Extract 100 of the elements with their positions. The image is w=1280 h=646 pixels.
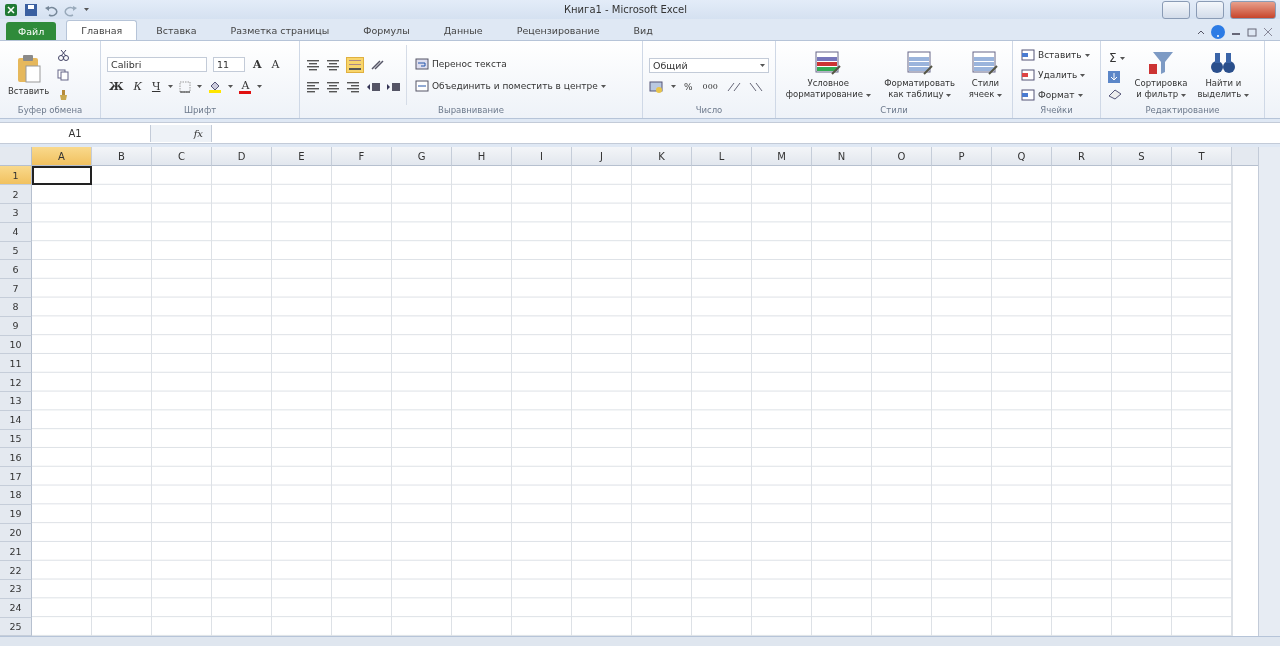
find-select-button[interactable]: Найти и выделить xyxy=(1195,48,1251,103)
column-header[interactable]: N xyxy=(812,147,872,167)
caret-icon[interactable] xyxy=(1077,93,1083,97)
copy-icon[interactable] xyxy=(57,69,70,82)
caret-icon[interactable] xyxy=(84,8,89,12)
ribbon-tab[interactable]: Главная xyxy=(66,20,138,41)
row-header[interactable]: 22 xyxy=(0,561,32,580)
column-header[interactable]: E xyxy=(272,147,332,167)
cells-button[interactable]: Вставить xyxy=(1019,48,1092,63)
align-top-icon[interactable] xyxy=(306,59,320,72)
row-header[interactable]: 12 xyxy=(0,373,32,392)
eraser-icon[interactable] xyxy=(1107,88,1123,101)
caret-icon[interactable] xyxy=(997,94,1003,98)
column-header[interactable]: Q xyxy=(992,147,1052,167)
font-name-field[interactable]: Calibri xyxy=(107,56,207,72)
file-tab[interactable]: Файл xyxy=(6,22,57,41)
column-header[interactable]: C xyxy=(152,147,212,167)
align-bottom-button[interactable] xyxy=(346,57,364,74)
vertical-scrollbar[interactable] xyxy=(1258,147,1280,637)
column-header[interactable]: K xyxy=(632,147,692,167)
column-header[interactable]: R xyxy=(1052,147,1112,167)
ribbon-tab[interactable]: Данные xyxy=(428,20,498,41)
row-header[interactable]: 13 xyxy=(0,392,32,411)
row-header[interactable]: 21 xyxy=(0,542,32,562)
paste-button[interactable]: Вставить xyxy=(6,51,52,99)
caret-icon[interactable] xyxy=(760,63,765,67)
column-header[interactable]: A xyxy=(32,147,92,167)
caret-icon[interactable] xyxy=(168,85,174,89)
column-header[interactable]: O xyxy=(872,147,932,167)
row-header[interactable]: 8 xyxy=(0,298,32,317)
percent-button[interactable]: % xyxy=(682,81,695,92)
italic-button[interactable]: К xyxy=(131,80,144,94)
caret-icon[interactable] xyxy=(1244,94,1249,98)
align-middle-icon[interactable] xyxy=(326,59,340,72)
excel-logo-icon[interactable] xyxy=(4,2,18,17)
font-color-button[interactable]: A xyxy=(239,79,252,94)
wrap-text-button[interactable]: Перенос текста xyxy=(413,57,608,72)
save-icon[interactable] xyxy=(24,2,38,17)
column-header[interactable]: M xyxy=(752,147,812,167)
column-header[interactable]: L xyxy=(692,147,752,167)
clipboard-icon[interactable] xyxy=(15,53,42,84)
row-header[interactable]: 17 xyxy=(0,467,32,486)
style-button[interactable]: Условное форматирование xyxy=(783,48,873,103)
maximize-button[interactable] xyxy=(1196,0,1224,19)
currency-icon[interactable] xyxy=(649,80,665,93)
row-header[interactable]: 3 xyxy=(0,204,32,223)
merge-center-button[interactable]: Объединить и поместить в центре xyxy=(413,79,608,94)
ribbon-tab[interactable]: Вид xyxy=(618,20,668,41)
brush-icon[interactable] xyxy=(57,89,70,102)
column-header[interactable]: I xyxy=(512,147,572,167)
caret-icon[interactable] xyxy=(1119,56,1125,60)
fill-color-icon[interactable] xyxy=(208,80,223,94)
orientation-icon[interactable] xyxy=(370,59,386,72)
grow-font-button[interactable]: A xyxy=(251,57,264,71)
row-header[interactable]: 7 xyxy=(0,279,32,298)
bold-button[interactable]: Ж xyxy=(107,80,126,94)
number-format-field[interactable]: Общий xyxy=(649,57,769,73)
autosum-button[interactable]: Σ xyxy=(1107,50,1127,67)
row-header[interactable]: 1 xyxy=(0,166,32,186)
style-button[interactable]: Стили ячеек xyxy=(966,48,1005,103)
sort-filter-button[interactable]: Сортировка и фильтр xyxy=(1132,48,1190,103)
column-header[interactable]: D xyxy=(212,147,272,167)
caret-icon[interactable] xyxy=(600,84,606,88)
row-header[interactable]: 16 xyxy=(0,448,32,468)
caret-icon[interactable] xyxy=(197,85,203,89)
ribbon-tab[interactable]: Рецензирование xyxy=(501,20,615,41)
cells-button[interactable]: Формат xyxy=(1019,88,1092,103)
row-header[interactable]: 6 xyxy=(0,260,32,280)
close-button[interactable] xyxy=(1230,0,1276,19)
decrease-indent-icon[interactable] xyxy=(366,81,380,94)
caret-icon[interactable] xyxy=(257,85,263,89)
column-header[interactable]: T xyxy=(1172,147,1232,167)
insert-function-button[interactable]: fx xyxy=(151,124,211,142)
shrink-font-button[interactable]: A xyxy=(269,57,282,71)
scissors-icon[interactable] xyxy=(57,49,70,62)
column-header[interactable]: F xyxy=(332,147,392,167)
caret-icon[interactable] xyxy=(865,94,871,98)
underline-button[interactable]: Ч xyxy=(149,80,163,94)
thousands-button[interactable]: 000 xyxy=(700,82,720,92)
increase-decimal-icon[interactable] xyxy=(725,80,742,93)
align-left-icon[interactable] xyxy=(306,81,320,94)
column-header[interactable]: H xyxy=(452,147,512,167)
font-size-field[interactable]: 11 xyxy=(213,56,245,72)
column-header[interactable]: J xyxy=(572,147,632,167)
caret-icon[interactable] xyxy=(946,94,952,98)
ribbon-tab[interactable]: Разметка страницы xyxy=(215,20,345,41)
active-cell[interactable] xyxy=(32,166,92,186)
column-header[interactable]: B xyxy=(92,147,152,167)
column-header[interactable]: P xyxy=(932,147,992,167)
caret-icon[interactable] xyxy=(228,85,234,89)
fill-down-icon[interactable] xyxy=(1107,70,1123,85)
ribbon-tab[interactable]: Вставка xyxy=(141,20,212,41)
align-right-icon[interactable] xyxy=(346,81,360,94)
minimize-button[interactable] xyxy=(1162,0,1190,19)
caret-icon[interactable] xyxy=(1084,53,1090,57)
decrease-decimal-icon[interactable] xyxy=(747,80,764,93)
caret-icon[interactable] xyxy=(671,85,676,89)
column-header[interactable]: S xyxy=(1112,147,1172,167)
increase-indent-icon[interactable] xyxy=(386,81,400,94)
style-button[interactable]: Форматировать как таблицу xyxy=(882,48,958,103)
